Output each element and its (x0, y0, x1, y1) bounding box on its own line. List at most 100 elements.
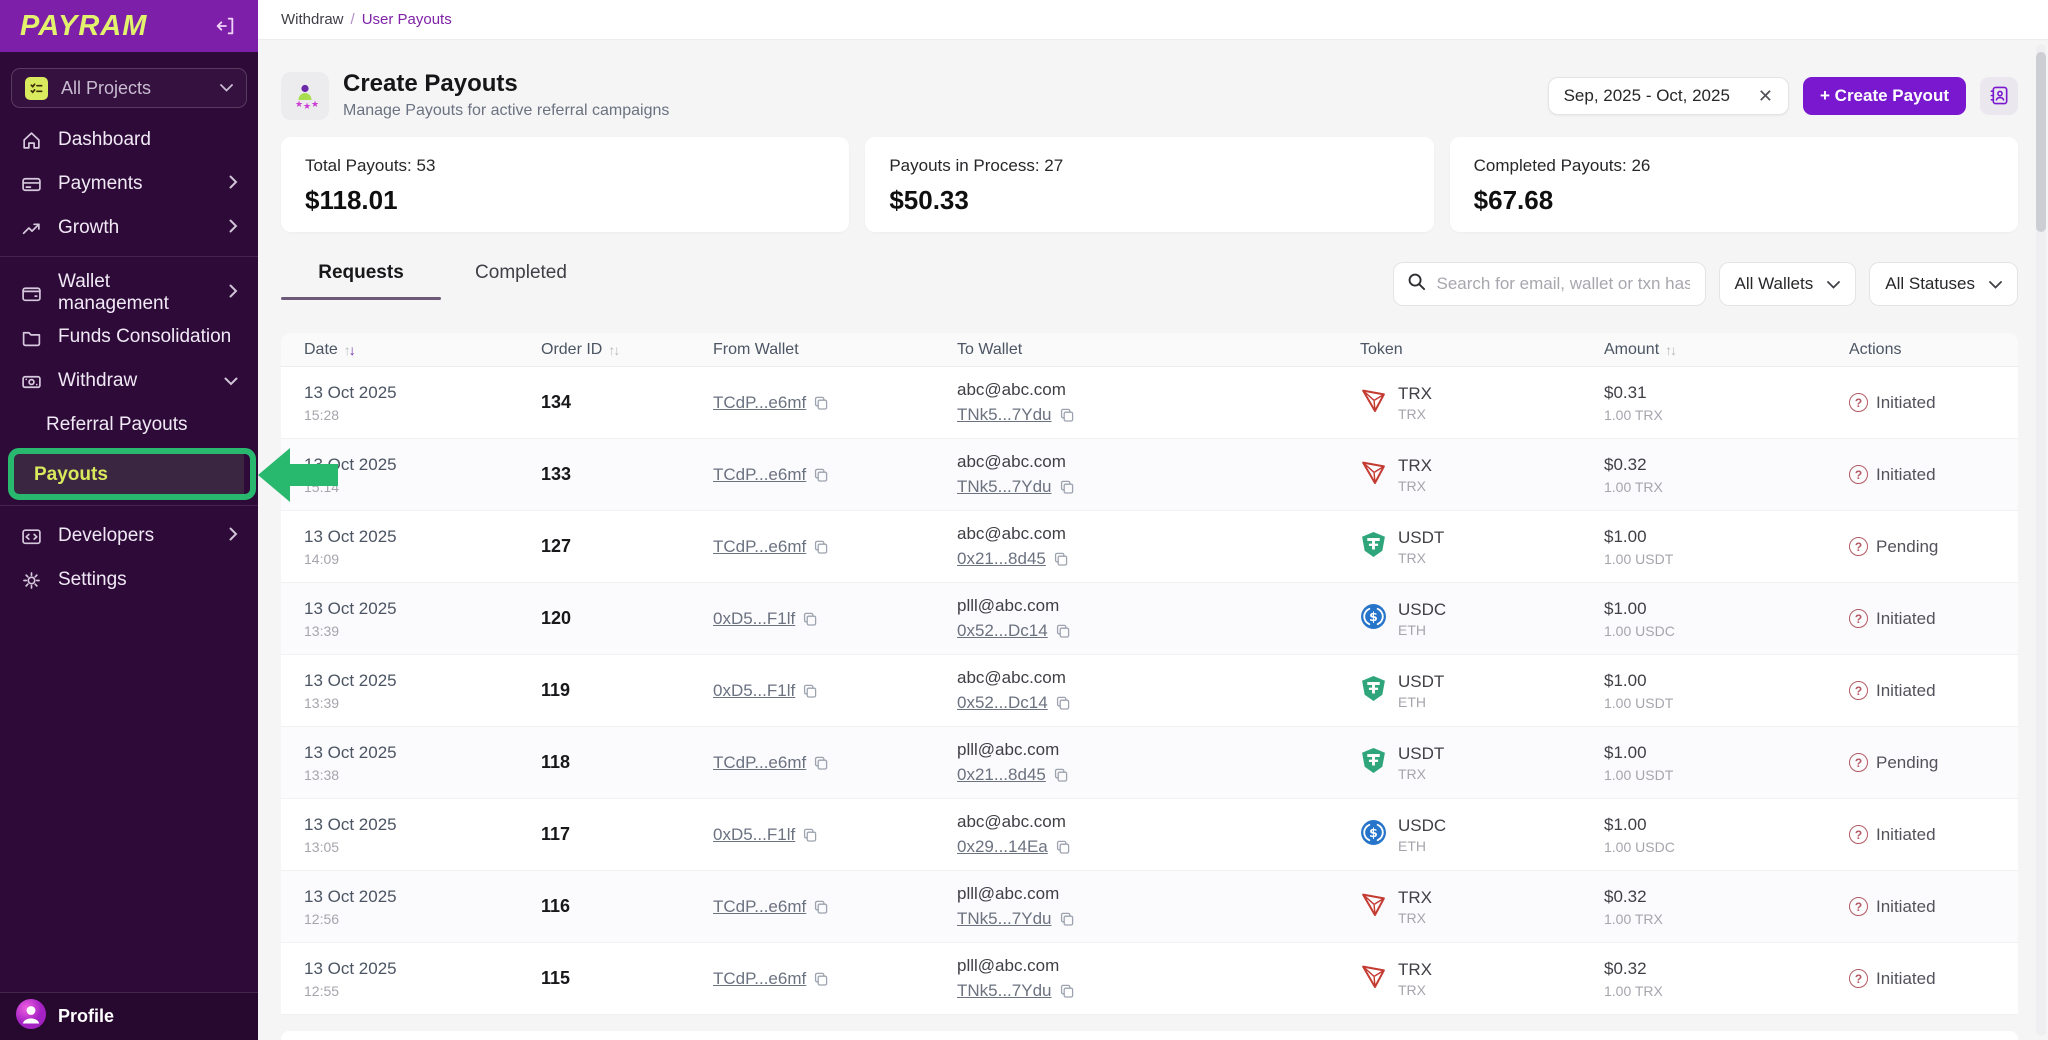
main-area: Withdraw / User Payouts ★ ★ ★ Create Pay… (258, 0, 2048, 1040)
profile-button[interactable]: Profile (0, 992, 258, 1040)
to-wallet-link[interactable]: TNk5...7Ydu (957, 981, 1052, 1001)
to-wallet-link[interactable]: 0x52...Dc14 (957, 621, 1048, 641)
sidebar-item-payments[interactable]: Payments (0, 162, 258, 206)
status-help-icon[interactable]: ? (1849, 537, 1868, 556)
to-wallet-link[interactable]: TNk5...7Ydu (957, 477, 1052, 497)
table-row: 13 Oct 2025 12:55 115 TCdP...e6mf plll@a… (281, 943, 2018, 1015)
to-wallet-link[interactable]: 0x21...8d45 (957, 549, 1046, 569)
sidebar-item-settings[interactable]: Settings (0, 558, 258, 602)
create-payout-button[interactable]: + Create Payout (1803, 77, 1966, 115)
sidebar-item-referral-payouts[interactable]: Referral Payouts (0, 403, 258, 447)
from-wallet-link[interactable]: TCdP...e6mf (713, 465, 806, 485)
to-email: abc@abc.com (957, 452, 1337, 472)
from-wallet-link[interactable]: 0xD5...F1lf (713, 609, 795, 629)
date-value: 13 Oct 2025 (304, 599, 518, 619)
status-filter-select[interactable]: All Statuses (1869, 262, 2018, 306)
date-range-chip[interactable]: Sep, 2025 - Oct, 2025 ✕ (1548, 77, 1789, 115)
stat-label: Total Payouts: 53 (305, 156, 825, 176)
from-wallet-link[interactable]: TCdP...e6mf (713, 753, 806, 773)
copy-icon[interactable] (1059, 407, 1075, 423)
copy-icon[interactable] (802, 683, 818, 699)
token-trx-icon (1360, 387, 1387, 419)
copy-icon[interactable] (813, 395, 829, 411)
status-help-icon[interactable]: ? (1849, 465, 1868, 484)
copy-icon[interactable] (1053, 551, 1069, 567)
sort-icon[interactable]: ↑↓ (344, 342, 354, 358)
column-header-token: Token (1337, 341, 1581, 359)
copy-icon[interactable] (802, 611, 818, 627)
to-wallet-link[interactable]: TNk5...7Ydu (957, 405, 1052, 425)
from-wallet-link[interactable]: TCdP...e6mf (713, 969, 806, 989)
sidebar-item-label: Settings (58, 569, 238, 591)
sidebar-item-payouts[interactable]: Payouts (14, 451, 244, 499)
sidebar-item-dashboard[interactable]: Dashboard (0, 118, 258, 162)
status-help-icon[interactable]: ? (1849, 897, 1868, 916)
stat-value: $50.33 (889, 185, 1409, 216)
from-wallet-link[interactable]: TCdP...e6mf (713, 393, 806, 413)
table-header: Date↑↓Order ID↑↓From WalletTo WalletToke… (281, 333, 2018, 367)
sidebar-item-growth[interactable]: Growth (0, 206, 258, 250)
sidebar-collapse-icon[interactable] (212, 13, 238, 39)
profile-label: Profile (58, 1006, 114, 1027)
project-selector[interactable]: All Projects (11, 68, 247, 108)
token-usdt-icon (1360, 675, 1387, 707)
wallet-filter-select[interactable]: All Wallets (1719, 262, 1857, 306)
time-value: 15:28 (304, 407, 518, 423)
to-wallet-cell: abc@abc.com 0x52...Dc14 (934, 668, 1337, 713)
copy-icon[interactable] (813, 899, 829, 915)
copy-icon[interactable] (1055, 695, 1071, 711)
sort-icon[interactable]: ↑↓ (608, 342, 618, 358)
stat-card: Total Payouts: 53 $118.01 (281, 137, 849, 232)
address-book-button[interactable] (1980, 77, 2018, 115)
scrollbar-thumb[interactable] (2036, 52, 2046, 232)
to-wallet-link[interactable]: TNk5...7Ydu (957, 909, 1052, 929)
status-help-icon[interactable]: ? (1849, 681, 1868, 700)
status-help-icon[interactable]: ? (1849, 753, 1868, 772)
token-usdt-icon (1360, 747, 1387, 779)
amount-usd: $1.00 (1604, 743, 1826, 763)
table-row: 13 Oct 2025 12:56 116 TCdP...e6mf plll@a… (281, 871, 2018, 943)
from-wallet-cell: 0xD5...F1lf (690, 609, 934, 629)
clear-date-icon[interactable]: ✕ (1758, 87, 1773, 105)
status-help-icon[interactable]: ? (1849, 825, 1868, 844)
copy-icon[interactable] (1059, 983, 1075, 999)
chevron-right-icon (229, 217, 238, 239)
copy-icon[interactable] (813, 971, 829, 987)
to-wallet-link[interactable]: 0x29...14Ea (957, 837, 1048, 857)
from-wallet-link[interactable]: 0xD5...F1lf (713, 825, 795, 845)
token-network: TRX (1398, 982, 1432, 998)
copy-icon[interactable] (1055, 839, 1071, 855)
sort-icon[interactable]: ↑↓ (1665, 342, 1675, 358)
amount-cell: $0.32 1.00 TRX (1581, 455, 1826, 495)
sidebar-item-withdraw[interactable]: Withdraw (0, 359, 258, 403)
to-wallet-link[interactable]: 0x52...Dc14 (957, 693, 1048, 713)
wallet-filter-value: All Wallets (1735, 274, 1814, 294)
from-wallet-link[interactable]: TCdP...e6mf (713, 897, 806, 917)
sidebar-item-wallet-management[interactable]: Wallet management (0, 271, 258, 315)
time-value: 15:14 (304, 479, 518, 495)
copy-icon[interactable] (1059, 911, 1075, 927)
copy-icon[interactable] (1055, 623, 1071, 639)
breadcrumb-current[interactable]: User Payouts (362, 11, 452, 28)
copy-icon[interactable] (813, 539, 829, 555)
copy-icon[interactable] (1059, 479, 1075, 495)
status-help-icon[interactable]: ? (1849, 393, 1868, 412)
tab-completed[interactable]: Completed (441, 262, 601, 300)
sidebar-item-funds-consolidation[interactable]: Funds Consolidation (0, 315, 258, 359)
status-help-icon[interactable]: ? (1849, 609, 1868, 628)
copy-icon[interactable] (813, 467, 829, 483)
token-name: USDT (1398, 528, 1444, 548)
from-wallet-link[interactable]: 0xD5...F1lf (713, 681, 795, 701)
to-wallet-link[interactable]: 0x21...8d45 (957, 765, 1046, 785)
copy-icon[interactable] (1053, 767, 1069, 783)
from-wallet-link[interactable]: TCdP...e6mf (713, 537, 806, 557)
sidebar-item-developers[interactable]: Developers (0, 514, 258, 558)
token-network: ETH (1398, 838, 1446, 854)
status-badge: ? Initiated (1849, 465, 2018, 485)
status-help-icon[interactable]: ? (1849, 969, 1868, 988)
tab-requests[interactable]: Requests (281, 262, 441, 300)
search-input[interactable] (1435, 273, 1692, 295)
amount-usd: $1.00 (1604, 671, 1826, 691)
copy-icon[interactable] (813, 755, 829, 771)
copy-icon[interactable] (802, 827, 818, 843)
